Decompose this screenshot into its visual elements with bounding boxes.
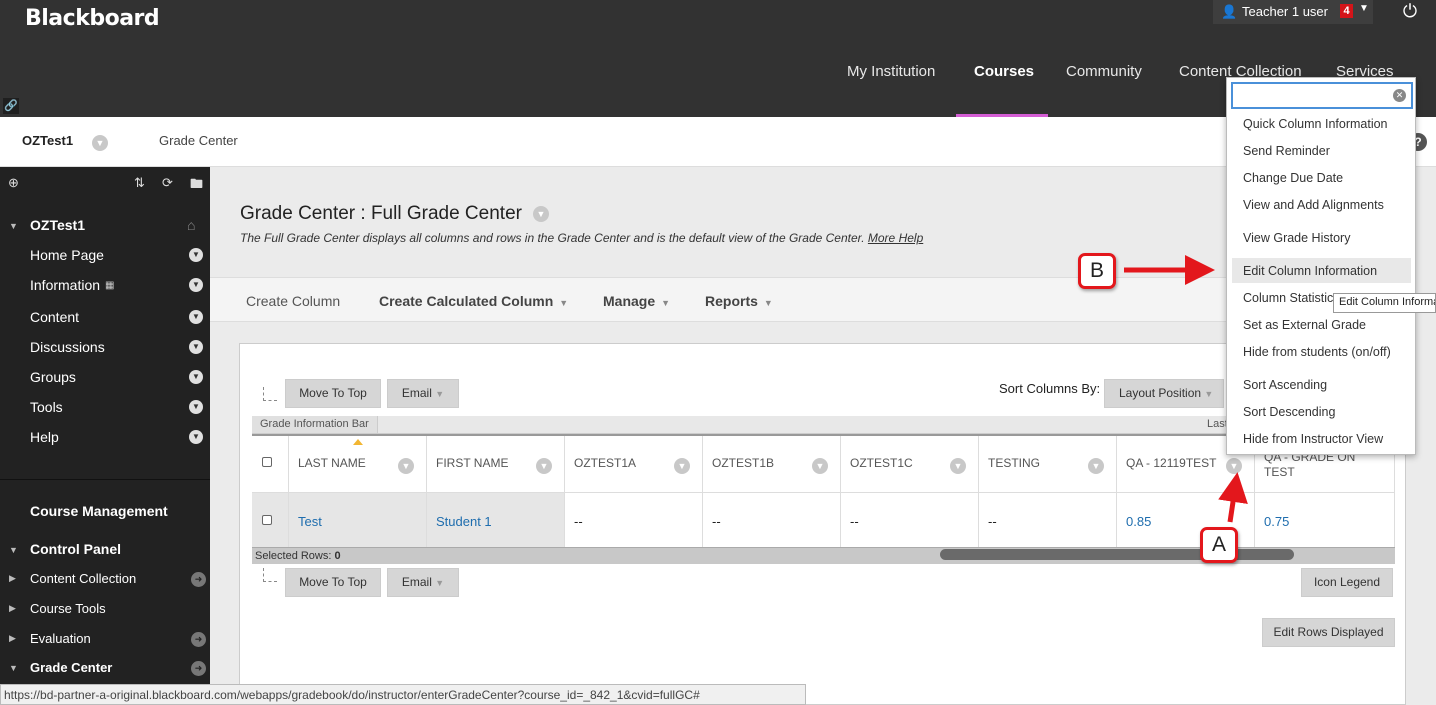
callout-a: A bbox=[1200, 527, 1238, 563]
callout-b: B bbox=[1078, 253, 1116, 289]
annotation-arrows bbox=[1124, 255, 1248, 523]
arrow-a-line bbox=[1218, 472, 1248, 523]
